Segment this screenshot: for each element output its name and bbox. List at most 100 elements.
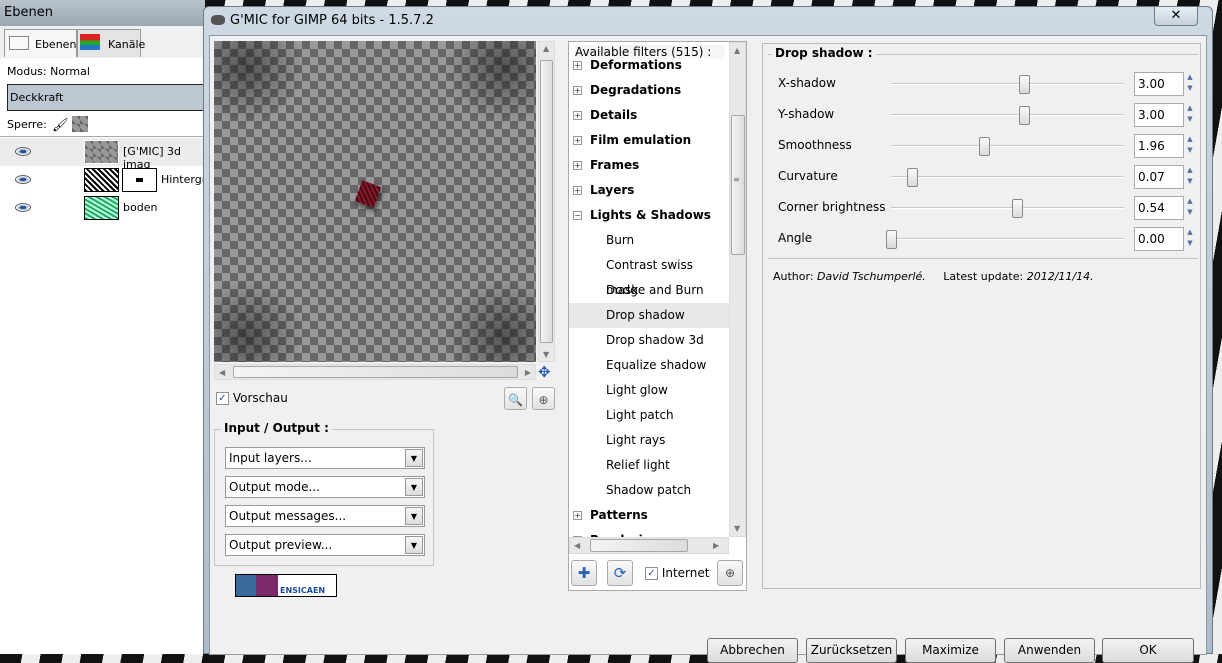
filter-item[interactable]: Shadow patch [569, 478, 729, 503]
maximize-button[interactable]: Maximize [905, 638, 996, 663]
filter-item[interactable]: Drop shadow 3d [569, 328, 729, 353]
ok-button[interactable]: OK [1102, 638, 1194, 663]
filter-item[interactable]: Burn [569, 228, 729, 253]
param-value-input[interactable]: 3.00 [1134, 103, 1184, 127]
spin-arrows-icon[interactable]: ▲ ▼ [1185, 227, 1195, 251]
param-value-input[interactable]: 0.54 [1134, 196, 1184, 220]
filter-category[interactable]: − Lights & Shadows [569, 203, 729, 228]
filter-item[interactable]: Light patch [569, 403, 729, 428]
filter-category[interactable]: + Film emulation [569, 128, 729, 153]
opacity-slider[interactable]: Deckkraft [7, 84, 205, 111]
channels-icon [80, 34, 100, 50]
layer-row[interactable]: Hintergr [0, 166, 206, 194]
slider-handle[interactable] [1018, 75, 1030, 94]
output-messages-combo[interactable]: Output messages... ▼ [225, 505, 425, 527]
refresh-button[interactable]: ⟳ [607, 560, 633, 586]
param-slider[interactable] [891, 114, 1124, 116]
expand-icon[interactable]: + [573, 186, 582, 195]
preview-vscroll[interactable]: ▲ ▼ [538, 41, 555, 362]
filter-hscroll[interactable]: ◀ ▶ [569, 537, 729, 554]
layer-row[interactable]: [G'MIC] 3d imag [0, 138, 205, 171]
filter-vscroll[interactable]: ▲ ≡ ▼ [729, 42, 746, 537]
filter-category[interactable]: + Patterns [569, 503, 729, 528]
cancel-button[interactable]: Abbrechen [707, 638, 798, 663]
param-value-input[interactable]: 3.00 [1134, 72, 1184, 96]
params-panel: Drop shadow : X-shadow 3.00 ▲ ▼ Y-shadow 3… [762, 43, 1201, 589]
zoom-out-icon: 🔍 [508, 393, 523, 407]
checkbox-icon[interactable]: ✓ [216, 392, 229, 405]
collapse-icon[interactable]: − [573, 211, 582, 220]
spin-arrows-icon[interactable]: ▲ ▼ [1185, 103, 1195, 127]
filter-tree-header: Available filters (515) : [575, 45, 725, 59]
preview-checkbox[interactable]: ✓ Vorschau [216, 391, 288, 405]
alpha-lock-icon[interactable] [72, 116, 88, 132]
spin-arrows-icon[interactable]: ▲ ▼ [1185, 134, 1195, 158]
reset-button[interactable]: Zurücksetzen [806, 638, 897, 663]
eye-icon[interactable] [15, 175, 31, 184]
expand-icon[interactable]: + [573, 61, 582, 70]
brush-lock-icon[interactable]: 🖌 [52, 118, 69, 133]
filter-item[interactable]: Dodge and Burn [569, 278, 729, 303]
slider-handle[interactable] [886, 230, 897, 249]
expand-icon[interactable]: + [573, 86, 582, 95]
spin-arrows-icon[interactable]: ▲ ▼ [1185, 165, 1195, 189]
filter-item[interactable]: Light rays [569, 428, 729, 453]
internet-checkbox[interactable]: ✓ Internet [645, 566, 709, 580]
close-button[interactable]: ✕ [1154, 6, 1198, 26]
preview-canvas[interactable] [214, 41, 536, 362]
slider-handle[interactable] [1018, 106, 1030, 125]
author-info: Author: David Tschumperlé. Latest update… [773, 270, 1094, 283]
expand-icon[interactable]: + [573, 136, 582, 145]
slider-handle[interactable] [979, 137, 991, 156]
slider-handle[interactable] [906, 168, 918, 187]
chevron-down-icon: ▼ [405, 536, 423, 554]
filter-category[interactable]: + Frames [569, 153, 729, 178]
output-mode-combo[interactable]: Output mode... ▼ [225, 476, 425, 498]
filter-item[interactable]: Drop shadow [569, 303, 729, 328]
layer-row[interactable]: boden [0, 194, 205, 222]
mode-label[interactable]: Modus: Normal [7, 65, 90, 78]
output-preview-combo[interactable]: Output preview... ▼ [225, 534, 425, 556]
filter-item[interactable]: Light glow [569, 378, 729, 403]
param-value-input[interactable]: 0.00 [1134, 227, 1184, 251]
expand-icon[interactable]: + [573, 511, 582, 520]
param-slider[interactable] [891, 145, 1124, 147]
filter-item[interactable]: Relief light [569, 453, 729, 478]
filter-item[interactable]: Equalize shadow [569, 353, 729, 378]
preview-hscroll[interactable]: ◀ ▶ [214, 364, 536, 380]
eye-icon[interactable] [15, 147, 31, 156]
filter-item[interactable]: Contrast swiss mask [569, 253, 729, 297]
zoom-in-icon: ⊕ [724, 566, 736, 580]
input-output-group: Input / Output : Input layers... ▼ Output… [214, 421, 434, 566]
slider-handle[interactable] [1011, 199, 1023, 218]
panel-title: Ebenen [0, 0, 205, 26]
param-value-input[interactable]: 0.07 [1134, 165, 1184, 189]
spin-arrows-icon[interactable]: ▲ ▼ [1185, 196, 1195, 220]
expand-icon[interactable]: + [573, 111, 582, 120]
param-slider[interactable] [891, 176, 1124, 178]
add-filter-button[interactable]: ✚ [571, 560, 597, 586]
input-layers-combo[interactable]: Input layers... ▼ [225, 447, 425, 469]
filter-category[interactable]: + Layers [569, 178, 729, 203]
apply-button[interactable]: Anwenden [1004, 638, 1095, 663]
move-icon[interactable]: ✥ [538, 363, 551, 381]
zoom-out-button[interactable]: 🔍 [504, 387, 527, 410]
checkbox-icon[interactable]: ✓ [645, 567, 658, 580]
param-slider[interactable] [891, 238, 1124, 240]
filter-category[interactable]: + Details [569, 103, 729, 128]
plus-icon: ✚ [577, 564, 591, 582]
param-slider[interactable] [891, 207, 1124, 209]
zoom-in-button[interactable]: ⊕ [532, 387, 555, 410]
param-row: Smoothness 1.96 ▲ ▼ [768, 134, 1198, 158]
spin-arrows-icon[interactable]: ▲ ▼ [1185, 72, 1195, 96]
param-slider[interactable] [891, 83, 1124, 85]
filter-zoom-button[interactable]: ⊕ [717, 560, 743, 586]
drop-shadow-group: Drop shadow : X-shadow 3.00 ▲ ▼ Y-shadow 3… [768, 46, 1198, 259]
filter-tree[interactable]: Available filters (515) : + Deformations +… [568, 41, 747, 591]
param-label: Y-shadow [778, 107, 835, 121]
param-row: Y-shadow 3.00 ▲ ▼ [768, 103, 1198, 127]
param-value-input[interactable]: 1.96 [1134, 134, 1184, 158]
filter-category[interactable]: + Degradations [569, 78, 729, 103]
eye-icon[interactable] [15, 203, 31, 212]
expand-icon[interactable]: + [573, 161, 582, 170]
